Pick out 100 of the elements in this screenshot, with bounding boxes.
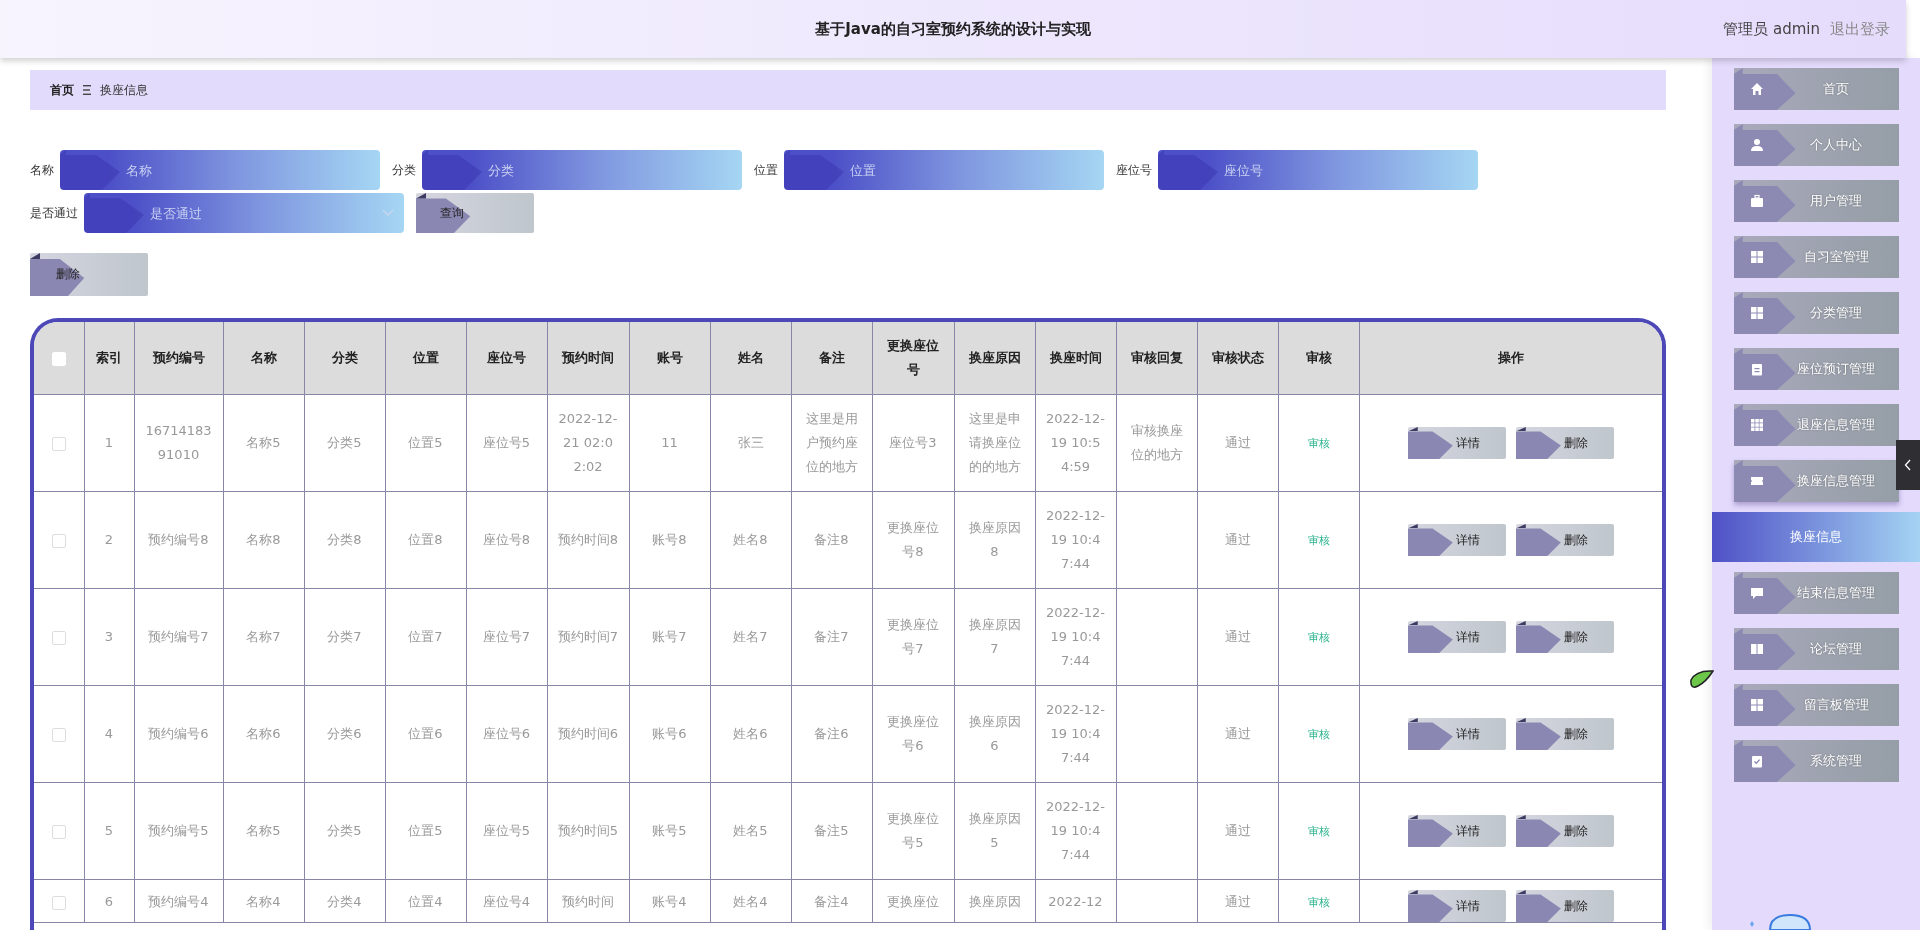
table-cell: 2022-12-19 10:47:44 (1035, 685, 1116, 783)
table-cell: 账号7 (629, 588, 710, 686)
menu-item[interactable]: 个人中心 (1733, 124, 1899, 166)
table-cell: 分类5 (304, 394, 385, 492)
column-header: 索引 (84, 322, 134, 395)
grid-icon (1749, 698, 1764, 712)
table-cell: 备注5 (791, 782, 872, 880)
menu-item[interactable]: 结束信息管理 (1733, 572, 1899, 614)
row-checkbox[interactable] (51, 824, 66, 839)
table-cell: 名称5 (223, 782, 304, 880)
breadcrumb-current: 换座信息 (100, 81, 148, 99)
row-checkbox[interactable] (51, 436, 66, 451)
delete-button[interactable]: 删除 (1515, 427, 1614, 459)
menu-item[interactable]: 用户管理 (1733, 180, 1899, 222)
table-cell: 姓名5 (710, 782, 791, 880)
delete-button[interactable]: 删除 (1515, 815, 1614, 847)
table-cell: 名称6 (223, 685, 304, 783)
audit-link[interactable]: 审核 (1307, 727, 1330, 741)
table-cell: 分类8 (304, 491, 385, 589)
table-cell: 名称4 (223, 879, 304, 923)
delete-button[interactable]: 删除 (1515, 621, 1614, 653)
select-field[interactable]: 是否通过 (84, 193, 404, 233)
table-cell: 座位号5 (466, 782, 547, 880)
menu-item[interactable]: 留言板管理 (1733, 684, 1899, 726)
table-cell: 1671418391010 (134, 394, 223, 492)
table-cell: 1 (84, 394, 134, 492)
table-cell: 备注6 (791, 685, 872, 783)
row-checkbox[interactable] (51, 533, 66, 548)
column-header: 审核状态 (1197, 322, 1278, 395)
details-button[interactable]: 详情 (1407, 621, 1506, 653)
details-button[interactable]: 详情 (1407, 890, 1506, 922)
table-cell: 位置4 (385, 879, 466, 923)
details-button[interactable]: 详情 (1407, 524, 1506, 556)
menu-item[interactable]: 论坛管理 (1733, 628, 1899, 670)
table-cell: 分类6 (304, 685, 385, 783)
collapse-button[interactable] (1896, 440, 1920, 490)
field-label: 是否通过 (30, 204, 78, 222)
column-header: 备注 (791, 322, 872, 395)
delete-button[interactable]: 删除 (30, 253, 148, 296)
menu-item[interactable]: 自习室管理 (1733, 236, 1899, 278)
input-field[interactable]: 名称 (60, 150, 380, 190)
submenu-item[interactable]: 换座信息 (1712, 512, 1920, 562)
table-cell: 名称7 (223, 588, 304, 686)
table-cell: 2022-12 (1035, 879, 1116, 923)
delete-button[interactable]: 删除 (1515, 524, 1614, 556)
table-cell: 2022-12-19 10:54:59 (1035, 394, 1116, 492)
table-cell: 通过 (1197, 685, 1278, 783)
table-cell: 姓名7 (710, 588, 791, 686)
menu-item[interactable]: 首页 (1733, 68, 1899, 110)
table-cell: 预约编号4 (134, 879, 223, 923)
table-cell: 张三 (710, 394, 791, 492)
input-field[interactable]: 分类 (422, 150, 742, 190)
table-cell: 预约编号8 (134, 491, 223, 589)
menu-item[interactable]: 分类管理 (1733, 292, 1899, 334)
column-header: 预约时间 (547, 322, 629, 395)
menu-item[interactable]: 退座信息管理 (1733, 404, 1899, 446)
column-header: 位置 (385, 322, 466, 395)
table-cell: 位置8 (385, 491, 466, 589)
table-cell: 分类5 (304, 782, 385, 880)
caret-icon (382, 209, 394, 217)
menu-item[interactable]: 座位预订管理 (1733, 348, 1899, 390)
table-cell: 座位号7 (466, 588, 547, 686)
column-header: 姓名 (710, 322, 791, 395)
breadcrumb-link[interactable]: 首页 (50, 81, 74, 99)
audit-link[interactable]: 审核 (1307, 896, 1330, 909)
details-button[interactable]: 详情 (1407, 718, 1506, 750)
column-header: 名称 (223, 322, 304, 395)
audit-link[interactable]: 审核 (1307, 533, 1330, 547)
logout-link[interactable]: 退出登录 (1830, 19, 1890, 39)
details-button[interactable]: 详情 (1407, 815, 1506, 847)
table-cell: 更换座位号6 (872, 685, 954, 783)
menu-item[interactable]: 换座信息管理 (1733, 460, 1899, 502)
input-field[interactable]: 座位号 (1158, 150, 1478, 190)
grid-icon (1749, 250, 1764, 264)
table-cell: 位置7 (385, 588, 466, 686)
table-cell: 4 (84, 685, 134, 783)
audit-link[interactable]: 审核 (1307, 436, 1330, 450)
table-cell: 账号6 (629, 685, 710, 783)
row-checkbox[interactable] (51, 630, 66, 645)
row-checkbox[interactable] (51, 727, 66, 742)
delete-button[interactable]: 删除 (1515, 718, 1614, 750)
column-header: 审核 (1278, 322, 1359, 395)
field-label: 座位号 (1116, 161, 1152, 179)
audit-link[interactable]: 审核 (1307, 824, 1330, 838)
search-button[interactable]: 查询 (416, 193, 534, 233)
menu-item[interactable]: 系统管理 (1733, 740, 1899, 782)
details-button[interactable]: 详情 (1407, 427, 1506, 459)
book-icon (1749, 642, 1764, 656)
column-header: 操作 (1359, 322, 1662, 395)
audit-link[interactable]: 审核 (1307, 630, 1330, 644)
table-cell: 姓名4 (710, 879, 791, 923)
delete-button[interactable]: 删除 (1515, 890, 1614, 922)
table-cell: 更换座位号5 (872, 782, 954, 880)
row-checkbox[interactable] (51, 895, 66, 910)
table-cell: 预约编号6 (134, 685, 223, 783)
table-cell: 位置5 (385, 394, 466, 492)
table-cell: 2 (84, 491, 134, 589)
table-cell: 5 (84, 782, 134, 880)
select-all-checkbox[interactable] (51, 351, 66, 366)
input-field[interactable]: 位置 (784, 150, 1104, 190)
